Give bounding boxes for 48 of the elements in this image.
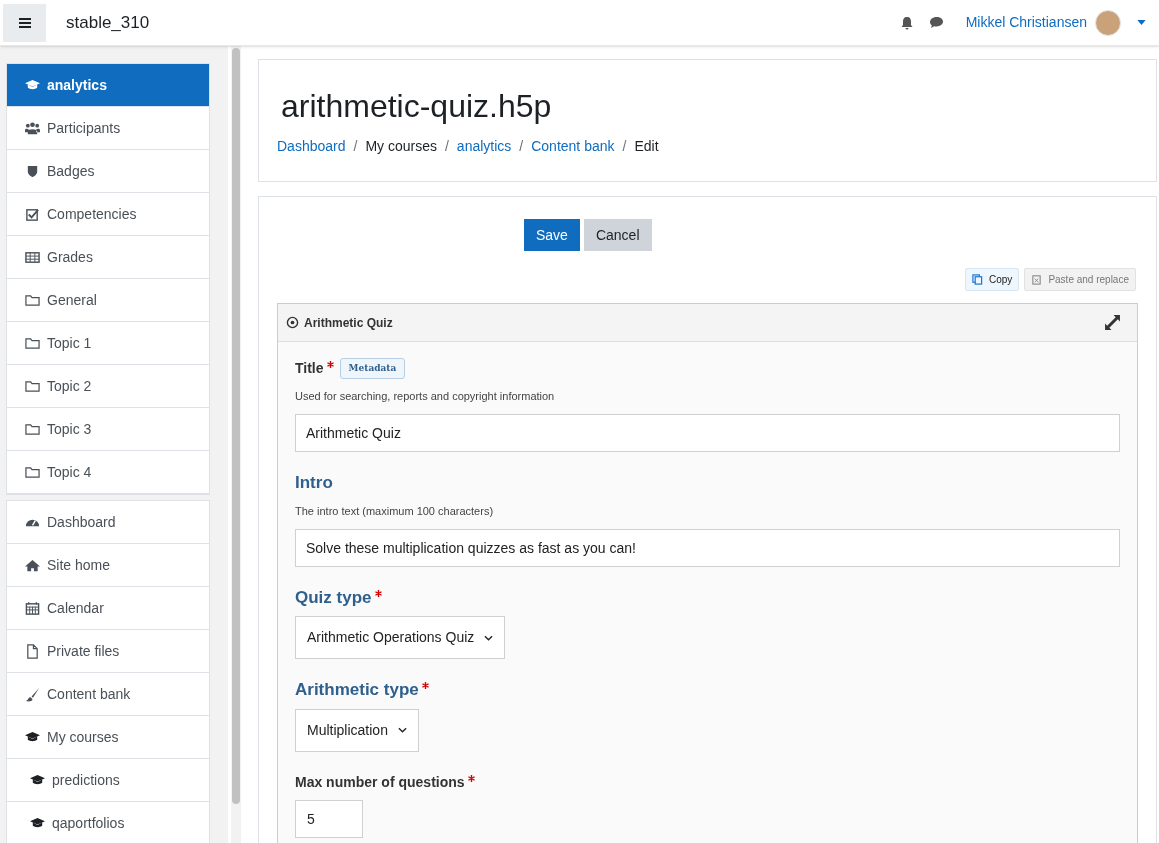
breadcrumb-link[interactable]: Dashboard (277, 136, 346, 157)
sidebar-item[interactable]: General (7, 279, 209, 322)
sidebar-item[interactable]: Topic 3 (7, 408, 209, 451)
sidebar-item[interactable]: qaportfolios (7, 802, 209, 843)
dropdown[interactable]: Multiplication (295, 708, 419, 752)
field-label: Intro (295, 471, 333, 494)
breadcrumb-item: Edit (634, 137, 659, 156)
sidebar-item[interactable]: analytics (7, 64, 209, 107)
breadcrumb-separator: / (444, 137, 449, 156)
field-description: Used for searching, reports and copyright information (295, 389, 556, 404)
clipboard-button[interactable]: Copy (965, 268, 1020, 291)
sidebar-item[interactable]: Calendar (7, 587, 209, 630)
sidebar-item[interactable]: Private files (7, 630, 209, 673)
sidebar-item[interactable]: Participants (7, 107, 209, 150)
clipboard-button[interactable]: Paste and replace (1024, 268, 1136, 291)
sidebar-item[interactable]: My courses (7, 716, 209, 759)
sidebar-item[interactable]: predictions (7, 759, 209, 802)
sidebar-item[interactable]: Content bank (7, 673, 209, 716)
text-field[interactable]: Solve these multiplication quizzes as fast as you can! (295, 528, 1120, 567)
field-label: Quiz type (295, 586, 372, 609)
field-label: Arithmetic type (295, 679, 419, 701)
sidebar-item[interactable]: Topic 1 (7, 322, 209, 365)
field-label: Max number of questions (295, 772, 465, 792)
breadcrumb-separator: / (519, 137, 524, 156)
content-title: Arithmetic Quiz (304, 314, 393, 332)
field-label: Title (295, 359, 324, 378)
sidebar-item[interactable]: Grades (7, 236, 209, 279)
site-name[interactable]: stable_310 (66, 9, 150, 36)
breadcrumb-separator: / (622, 137, 627, 156)
page-title: arithmetic-quiz.h5p (281, 87, 553, 125)
sidebar-item[interactable]: Competencies (7, 193, 209, 236)
breadcrumb-item: My courses (365, 137, 437, 156)
number-field[interactable]: 5 (295, 799, 363, 838)
primary-button[interactable]: Save (524, 219, 580, 251)
sidebar-item[interactable]: Topic 2 (7, 365, 209, 408)
field-description: The intro text (maximum 100 characters) (295, 504, 495, 519)
text-field[interactable]: Arithmetic Quiz (295, 413, 1120, 452)
breadcrumb-link[interactable]: Content bank (531, 136, 615, 157)
breadcrumb-link[interactable]: analytics (456, 136, 512, 157)
dropdown[interactable]: Arithmetic Operations Quiz (295, 616, 506, 659)
sidebar-item[interactable]: Site home (7, 544, 209, 587)
breadcrumb-separator: / (353, 137, 358, 156)
sidebar-item[interactable]: Badges (7, 150, 209, 193)
secondary-button[interactable]: Cancel (583, 219, 652, 251)
metadata-button[interactable]: Metadata (339, 357, 406, 380)
sidebar-item[interactable]: Topic 4 (7, 451, 209, 494)
user-name[interactable]: Mikkel Christiansen (965, 12, 1087, 33)
sidebar-item[interactable]: Dashboard (7, 501, 209, 544)
